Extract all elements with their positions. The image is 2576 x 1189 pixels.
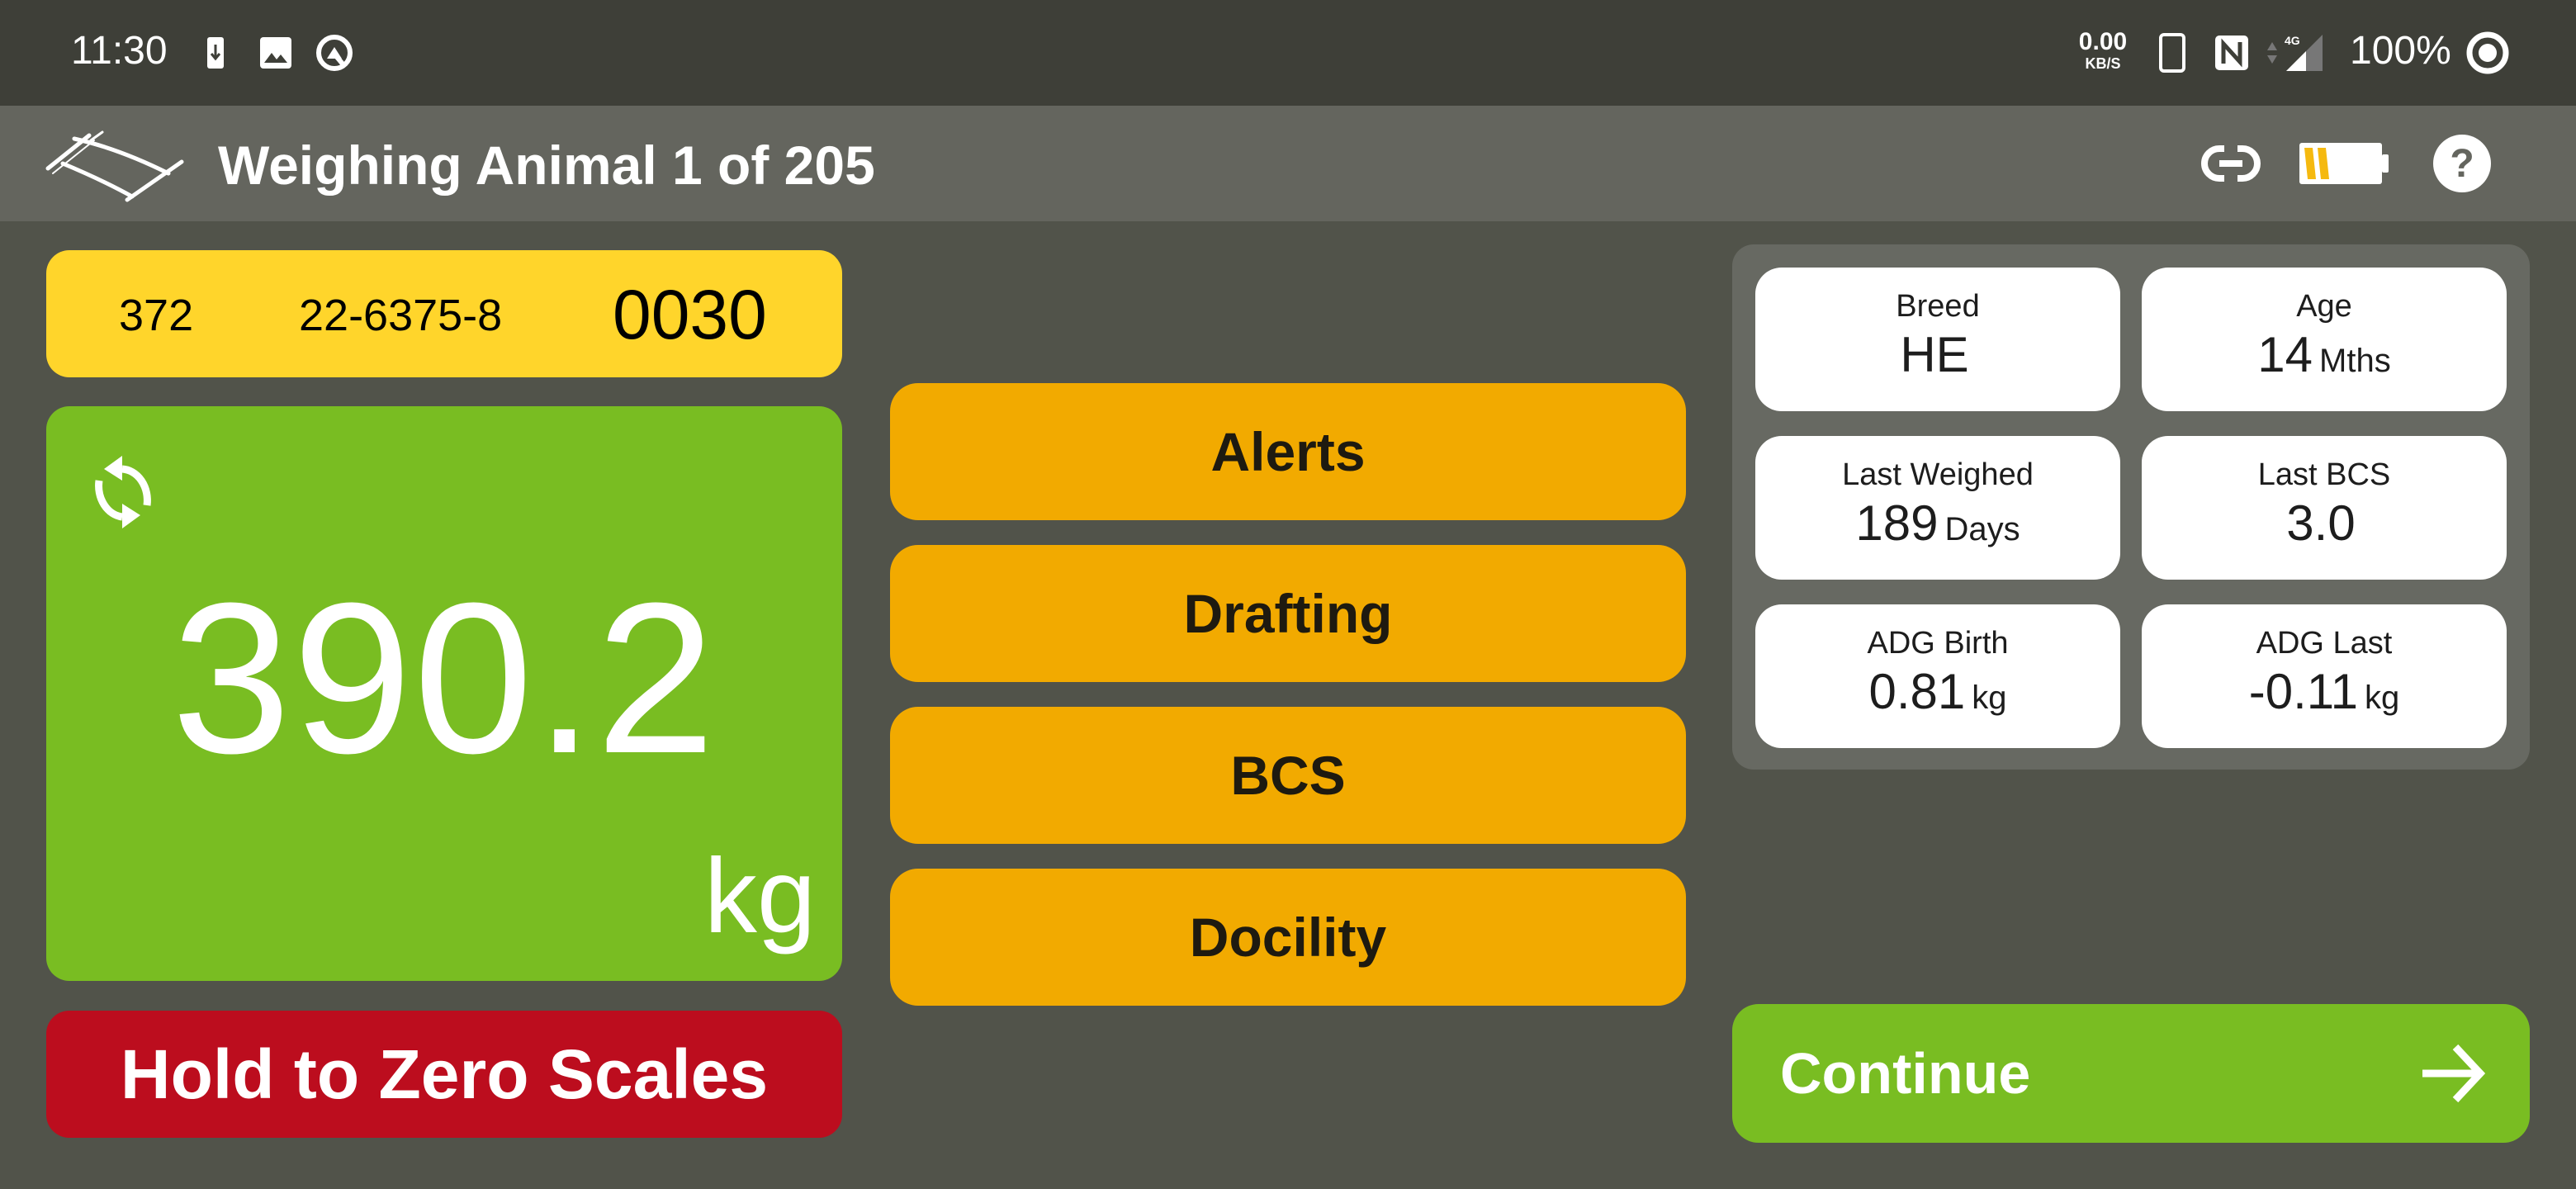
nfc-icon [2213, 33, 2251, 73]
docility-button[interactable]: Docility [890, 869, 1686, 1006]
info-label: ADG Last [2256, 626, 2393, 661]
data-arrows-icon [2266, 33, 2279, 73]
network-speed: 0.00 KB/S [2078, 28, 2128, 72]
info-value: 3.0 [2286, 495, 2356, 551]
refresh-icon[interactable] [83, 429, 165, 537]
help-icon[interactable]: ? [2432, 134, 2492, 193]
battery-percent: 100% [2350, 29, 2451, 73]
zero-scales-button[interactable]: Hold to Zero Scales [46, 1011, 842, 1138]
info-card-adg-last: ADG Last -0.11 kg [2142, 604, 2507, 748]
info-card-age: Age 14 Mths [2142, 268, 2507, 411]
info-card-last-bcs: Last BCS 3.0 [2142, 436, 2507, 580]
clock: 11:30 [71, 29, 168, 73]
status-bar: 11:30 0.00 KB/S 4G 100% [0, 0, 2576, 106]
download-notification-icon [203, 33, 228, 73]
info-value: 14 Mths [2257, 327, 2391, 382]
info-label: Breed [1896, 289, 1980, 324]
info-label: ADG Birth [1867, 626, 2009, 661]
drafting-button[interactable]: Drafting [890, 545, 1686, 682]
logo-icon [45, 129, 193, 203]
link-icon[interactable] [2200, 139, 2262, 188]
info-card-last-weighed: Last Weighed 189 Days [1755, 436, 2120, 580]
phone-icon [2158, 33, 2186, 73]
visual-tag: 372 [119, 291, 194, 340]
animal-info-panel: Breed HE Age 14 Mths Last Weighed 189 Days… [1732, 244, 2530, 770]
animal-id-bar: 372 22-6375-8 0030 [46, 250, 842, 377]
weight-value: 390.2 [171, 559, 717, 798]
continue-button[interactable]: Continue [1732, 1004, 2530, 1143]
info-value: 189 Days [1855, 495, 2020, 551]
weight-display: 390.2 kg [46, 406, 842, 981]
continue-label: Continue [1780, 1041, 2031, 1106]
weight-unit: kg [703, 837, 816, 955]
bcs-button[interactable]: BCS [890, 707, 1686, 844]
scale-battery-icon[interactable] [2299, 139, 2391, 188]
info-value: HE [1900, 327, 1969, 382]
svg-text:4G: 4G [2285, 34, 2300, 47]
arrow-right-icon [2419, 1040, 2486, 1106]
info-label: Last BCS [2257, 457, 2391, 492]
image-notification-icon [258, 33, 294, 73]
info-label: Age [2296, 289, 2352, 324]
svg-text:?: ? [2450, 142, 2474, 186]
page-title: Weighing Animal 1 of 205 [218, 135, 875, 196]
eid-tag: 0030 [613, 276, 767, 353]
app-notification-icon [314, 33, 355, 73]
info-card-adg-birth: ADG Birth 0.81 kg [1755, 604, 2120, 748]
battery-circle-icon [2465, 31, 2510, 74]
info-label: Last Weighed [1842, 457, 2034, 492]
nlis-tag: 22-6375-8 [299, 291, 503, 340]
info-value: -0.11 kg [2248, 664, 2400, 719]
info-value: 0.81 kg [1868, 664, 2007, 719]
signal-icon: 4G [2284, 33, 2325, 73]
info-card-breed: Breed HE [1755, 268, 2120, 411]
app-bar: Weighing Animal 1 of 205 ? [0, 106, 2576, 221]
alerts-button[interactable]: Alerts [890, 383, 1686, 520]
